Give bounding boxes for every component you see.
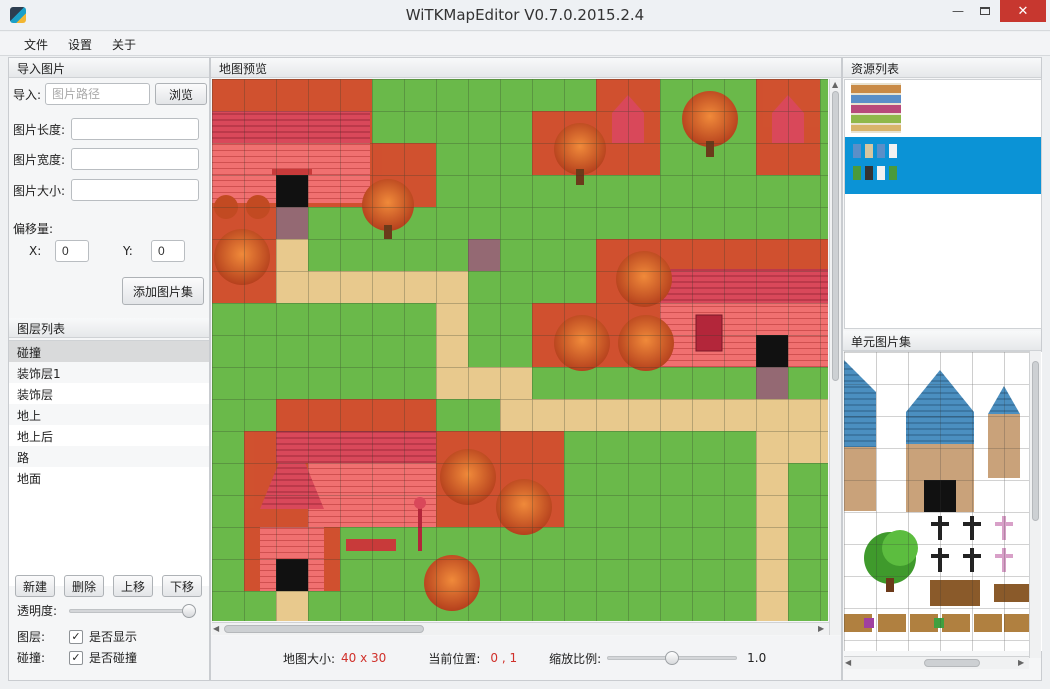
scroll-up-icon[interactable]: ▲ [832, 80, 838, 89]
image-width-label: 图片宽度: [13, 152, 66, 167]
menu-about[interactable]: 关于 [102, 32, 146, 55]
layer-item[interactable]: 装饰层 [9, 383, 209, 404]
tileset-horizontal-scrollbar[interactable]: ◀ ▶ [844, 656, 1029, 669]
image-size-row: 图片大小: [9, 179, 209, 201]
image-size-input[interactable] [71, 179, 199, 201]
move-down-button[interactable]: 下移 [162, 575, 202, 597]
zoom-label: 缩放比例: [549, 651, 602, 666]
import-panel-header: 导入图片 [9, 58, 209, 78]
show-layer-label: 是否显示 [89, 630, 138, 644]
map-panel-header: 地图预览 [211, 58, 841, 78]
status-bar: 地图大小: 40 x 30 当前位置: 0 , 1 缩放比例: 1.0 [211, 636, 841, 680]
import-label: 导入: [13, 87, 42, 102]
offset-y-input[interactable] [151, 240, 185, 262]
tileset-horizontal-scroll-thumb[interactable] [924, 659, 980, 667]
tileset-vertical-scroll-thumb[interactable] [1032, 361, 1039, 521]
layer-item[interactable]: 地上后 [9, 425, 209, 446]
resource-item-selected[interactable] [845, 137, 1041, 194]
layer-item[interactable]: 路 [9, 446, 209, 467]
show-layer-checkbox[interactable]: ✓ [69, 629, 83, 644]
image-length-label: 图片长度: [13, 122, 66, 137]
image-length-input[interactable] [71, 118, 199, 140]
opacity-slider-thumb[interactable] [182, 603, 196, 618]
layer-label: 图层: [17, 630, 46, 644]
zoom-slider-thumb[interactable] [665, 651, 680, 665]
image-length-row: 图片长度: [9, 118, 209, 140]
add-image-set-button[interactable]: 添加图片集 [122, 277, 204, 305]
collide-label: 是否碰撞 [89, 651, 138, 665]
offset-x-label: X: [29, 244, 42, 258]
browse-button[interactable]: 浏览 [155, 83, 207, 105]
resource-panel-header: 资源列表 [843, 58, 1041, 78]
menu-bar: 文件 设置 关于 [0, 32, 1050, 56]
map-horizontal-scrollbar[interactable]: ◀ ▶ [212, 622, 829, 635]
tileset-vertical-scrollbar[interactable] [1029, 351, 1041, 658]
maximize-icon [980, 7, 990, 15]
map-horizontal-scroll-thumb[interactable] [224, 625, 424, 633]
opacity-row: 透明度: [9, 602, 209, 619]
resource-list [844, 79, 1042, 329]
scroll-left-icon[interactable]: ◀ [213, 624, 219, 633]
layer-item[interactable]: 装饰层1 [9, 362, 209, 383]
zoom-slider[interactable] [607, 651, 738, 665]
layer-list: 碰撞 装饰层1 装饰层 地上 地上后 路 地面 [9, 340, 209, 586]
offset-y-label: Y: [123, 244, 133, 258]
title-bar: WiTKMapEditor V0.7.0.2015.2.4 — ✕ [0, 0, 1050, 31]
layer-panel-header: 图层列表 [9, 318, 209, 338]
image-size-label: 图片大小: [13, 183, 66, 198]
menu-file[interactable]: 文件 [14, 32, 58, 55]
move-up-button[interactable]: 上移 [113, 575, 153, 597]
resource-item[interactable] [845, 80, 1041, 137]
layer-item[interactable]: 地面 [9, 467, 209, 488]
collide-checkbox[interactable]: ✓ [69, 650, 83, 665]
tileset-thumbnail [851, 83, 901, 133]
collision-row: 碰撞: ✓ 是否碰撞 [9, 649, 209, 666]
current-position-label: 当前位置: [428, 651, 481, 666]
menu-settings[interactable]: 设置 [58, 32, 102, 55]
scroll-left-icon[interactable]: ◀ [845, 658, 851, 667]
opacity-slider[interactable] [69, 603, 196, 618]
tileset-panel-header: 单元图片集 [843, 331, 1041, 351]
offset-label: 偏移量: [13, 222, 54, 236]
layer-item[interactable]: 地上 [9, 404, 209, 425]
offset-xy-row: X: Y: [9, 240, 209, 262]
map-canvas[interactable] [212, 79, 828, 621]
tileset-thumbnail [851, 140, 901, 190]
offset-x-input[interactable] [55, 240, 89, 262]
scroll-right-icon[interactable]: ▶ [818, 624, 824, 633]
image-width-row: 图片宽度: [9, 148, 209, 170]
layer-item[interactable]: 碰撞 [9, 341, 209, 362]
map-vertical-scroll-thumb[interactable] [832, 91, 839, 381]
zoom-value: 1.0 [747, 651, 767, 665]
opacity-label: 透明度: [17, 604, 58, 618]
image-width-input[interactable] [71, 148, 199, 170]
map-size-value: 40 x 30 [341, 651, 387, 665]
offset-row: 偏移量: [9, 220, 209, 237]
delete-layer-button[interactable]: 删除 [64, 575, 104, 597]
minimize-button[interactable]: — [945, 0, 971, 22]
current-position-value: 0 , 1 [490, 651, 518, 665]
layer-buttons-row: 新建 删除 上移 下移 [9, 575, 209, 597]
map-size-label: 地图大小: [283, 651, 336, 666]
import-row: 导入: 浏览 [9, 83, 209, 105]
layer-visible-row: 图层: ✓ 是否显示 [9, 628, 209, 645]
scroll-right-icon[interactable]: ▶ [1018, 658, 1024, 667]
map-preview[interactable] [212, 79, 828, 621]
collision-label: 碰撞: [17, 651, 46, 665]
tileset-canvas[interactable] [844, 351, 1042, 651]
image-path-input[interactable] [45, 83, 150, 105]
new-layer-button[interactable]: 新建 [15, 575, 55, 597]
right-panel: 资源列表 单元图片集 ◀ ▶ [842, 57, 1042, 681]
close-button[interactable]: ✕ [1000, 0, 1046, 22]
map-panel: 地图预览 ▲ ◀ ▶ 地图大小: 40 x 30 当前位置: 0 , 1 缩放比… [210, 57, 842, 681]
map-vertical-scrollbar[interactable]: ▲ [829, 79, 841, 635]
left-panel: 导入图片 导入: 浏览 图片长度: 图片宽度: 图片大小: 偏移量: X: Y:… [8, 57, 210, 681]
tileset-preview[interactable] [844, 352, 1030, 651]
window-title: WiTKMapEditor V0.7.0.2015.2.4 [405, 6, 645, 24]
maximize-button[interactable] [972, 0, 998, 22]
